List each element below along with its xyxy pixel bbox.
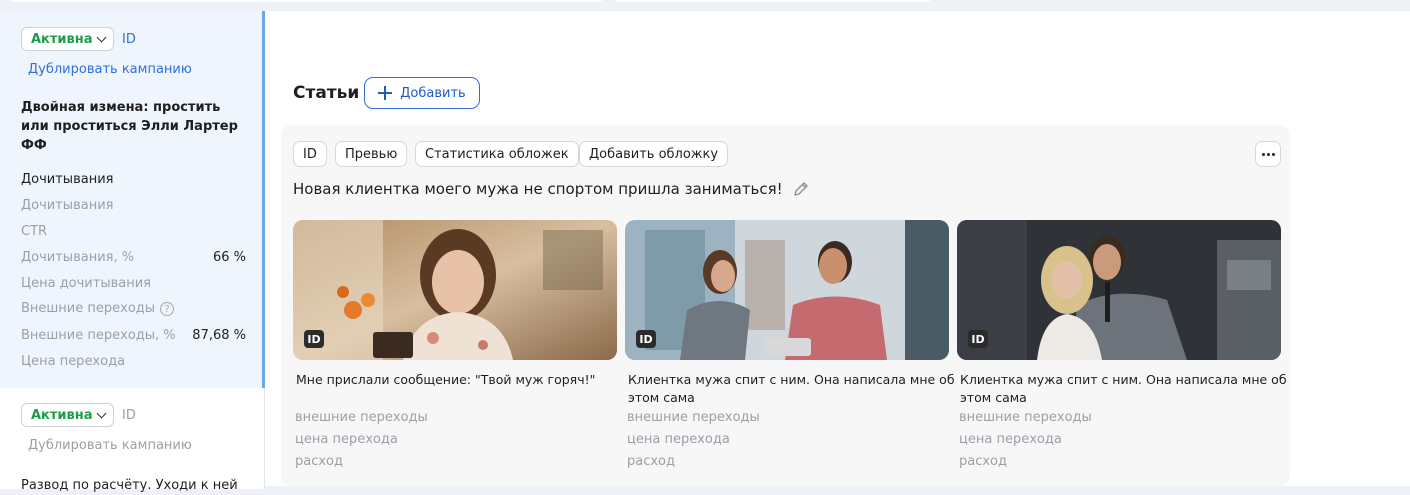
chevron-down-icon xyxy=(96,32,106,42)
more-icon xyxy=(1261,152,1265,156)
metric-row: Дочитывания xyxy=(21,198,246,213)
cover-stat-label: внешние переходы xyxy=(959,410,1092,425)
top-tab-left[interactable] xyxy=(8,0,604,2)
top-bar xyxy=(0,0,1410,11)
metric-row: Внешние переходы? xyxy=(21,301,246,316)
metric-row: Дочитывания xyxy=(21,172,246,187)
cover-image[interactable]: ID xyxy=(293,220,617,360)
cover-photo-office-couple xyxy=(957,220,1281,360)
metric-label: Дочитывания xyxy=(21,198,114,213)
cover-stats-chip[interactable]: Статистика обложек xyxy=(415,141,579,167)
cover-caption: Клиентка мужа спит с ним. Она написала м… xyxy=(960,372,1287,405)
cover-stat-label: цена перехода xyxy=(959,432,1062,447)
status-dropdown[interactable]: Активна xyxy=(21,27,114,51)
cover-stat-label: расход xyxy=(627,454,676,469)
metric-row: Цена дочитывания xyxy=(21,276,246,291)
metric-label: Дочитывания xyxy=(21,172,114,187)
metric-label: Цена дочитывания xyxy=(21,276,151,291)
campaign-list: Активна ID Дублировать кампанию Двойная … xyxy=(0,11,265,493)
cover-caption: Клиентка мужа спит с ним. Она написала м… xyxy=(628,372,955,405)
metric-value: 87,68 % xyxy=(192,328,246,343)
chevron-down-icon xyxy=(96,408,106,418)
metric-label: Внешние переходы, % xyxy=(21,328,176,343)
pencil-icon[interactable] xyxy=(793,181,809,197)
article-card: ID Превью Статистика обложек Добавить об… xyxy=(281,125,1290,486)
metric-label: Дочитывания, % xyxy=(21,250,135,265)
cover-caption: Мне прислали сообщение: "Твой муж горяч!… xyxy=(296,372,596,387)
metric-label: Внешние переходы xyxy=(21,301,156,316)
article-headline: Новая клиентка моего мужа не спортом при… xyxy=(293,180,783,198)
cover-id-badge: ID xyxy=(636,330,656,348)
add-article-button[interactable]: Добавить xyxy=(364,77,480,109)
metric-row: CTR xyxy=(21,224,246,239)
preview-chip[interactable]: Превью xyxy=(335,141,408,167)
article-headline-row: Новая клиентка моего мужа не спортом при… xyxy=(293,180,809,198)
cover-image[interactable]: ID xyxy=(957,220,1281,360)
metric-row: Дочитывания, % 66 % xyxy=(21,250,246,265)
metric-value: 66 % xyxy=(212,250,246,265)
cover-stat-label: цена перехода xyxy=(295,432,398,447)
articles-panel: Статьи Добавить ID Превью Статистика обл… xyxy=(265,11,1410,486)
status-dropdown[interactable]: Активна xyxy=(21,403,114,427)
id-chip[interactable]: ID xyxy=(293,141,327,167)
status-label: Активна xyxy=(31,31,93,47)
duplicate-campaign-link[interactable]: Дублировать кампанию xyxy=(28,438,192,453)
campaign-card-selected[interactable]: Активна ID Дублировать кампанию Двойная … xyxy=(0,11,265,388)
cover-stat-label: цена перехода xyxy=(627,432,730,447)
campaign-card[interactable]: Активна ID Дублировать кампанию Развод п… xyxy=(0,389,265,493)
cover-stat-label: расход xyxy=(959,454,1008,469)
cover-photo-woman-phone xyxy=(293,220,617,360)
add-button-label: Добавить xyxy=(400,85,466,101)
campaign-title: Двойная измена: простить или проститься … xyxy=(21,100,238,153)
status-label: Активна xyxy=(31,407,93,423)
section-title: Статьи xyxy=(293,83,360,103)
metric-row: Внешние переходы, % 87,68 % xyxy=(21,328,246,343)
metric-label: CTR xyxy=(21,224,48,239)
metric-label: Цена перехода xyxy=(21,354,126,369)
campaign-id-link[interactable]: ID xyxy=(122,408,136,423)
cover-stat-label: внешние переходы xyxy=(627,410,760,425)
cover-id-badge: ID xyxy=(304,330,324,348)
campaign-id-link[interactable]: ID xyxy=(122,32,136,47)
duplicate-campaign-link[interactable]: Дублировать кампанию xyxy=(28,62,192,77)
top-tab-right[interactable] xyxy=(614,0,932,2)
cover-stat-label: расход xyxy=(295,454,344,469)
add-cover-chip[interactable]: Добавить обложку xyxy=(579,141,729,167)
metric-label-wrap: Внешние переходы? xyxy=(21,301,175,316)
more-options-button[interactable] xyxy=(1255,141,1281,167)
metric-row: Цена перехода xyxy=(21,354,246,369)
cover-id-badge: ID xyxy=(968,330,988,348)
help-icon[interactable]: ? xyxy=(160,301,175,316)
plus-icon xyxy=(378,86,393,100)
cover-photo-gym-couple xyxy=(625,220,949,360)
cover-image[interactable]: ID xyxy=(625,220,949,360)
cover-stat-label: внешние переходы xyxy=(295,410,428,425)
